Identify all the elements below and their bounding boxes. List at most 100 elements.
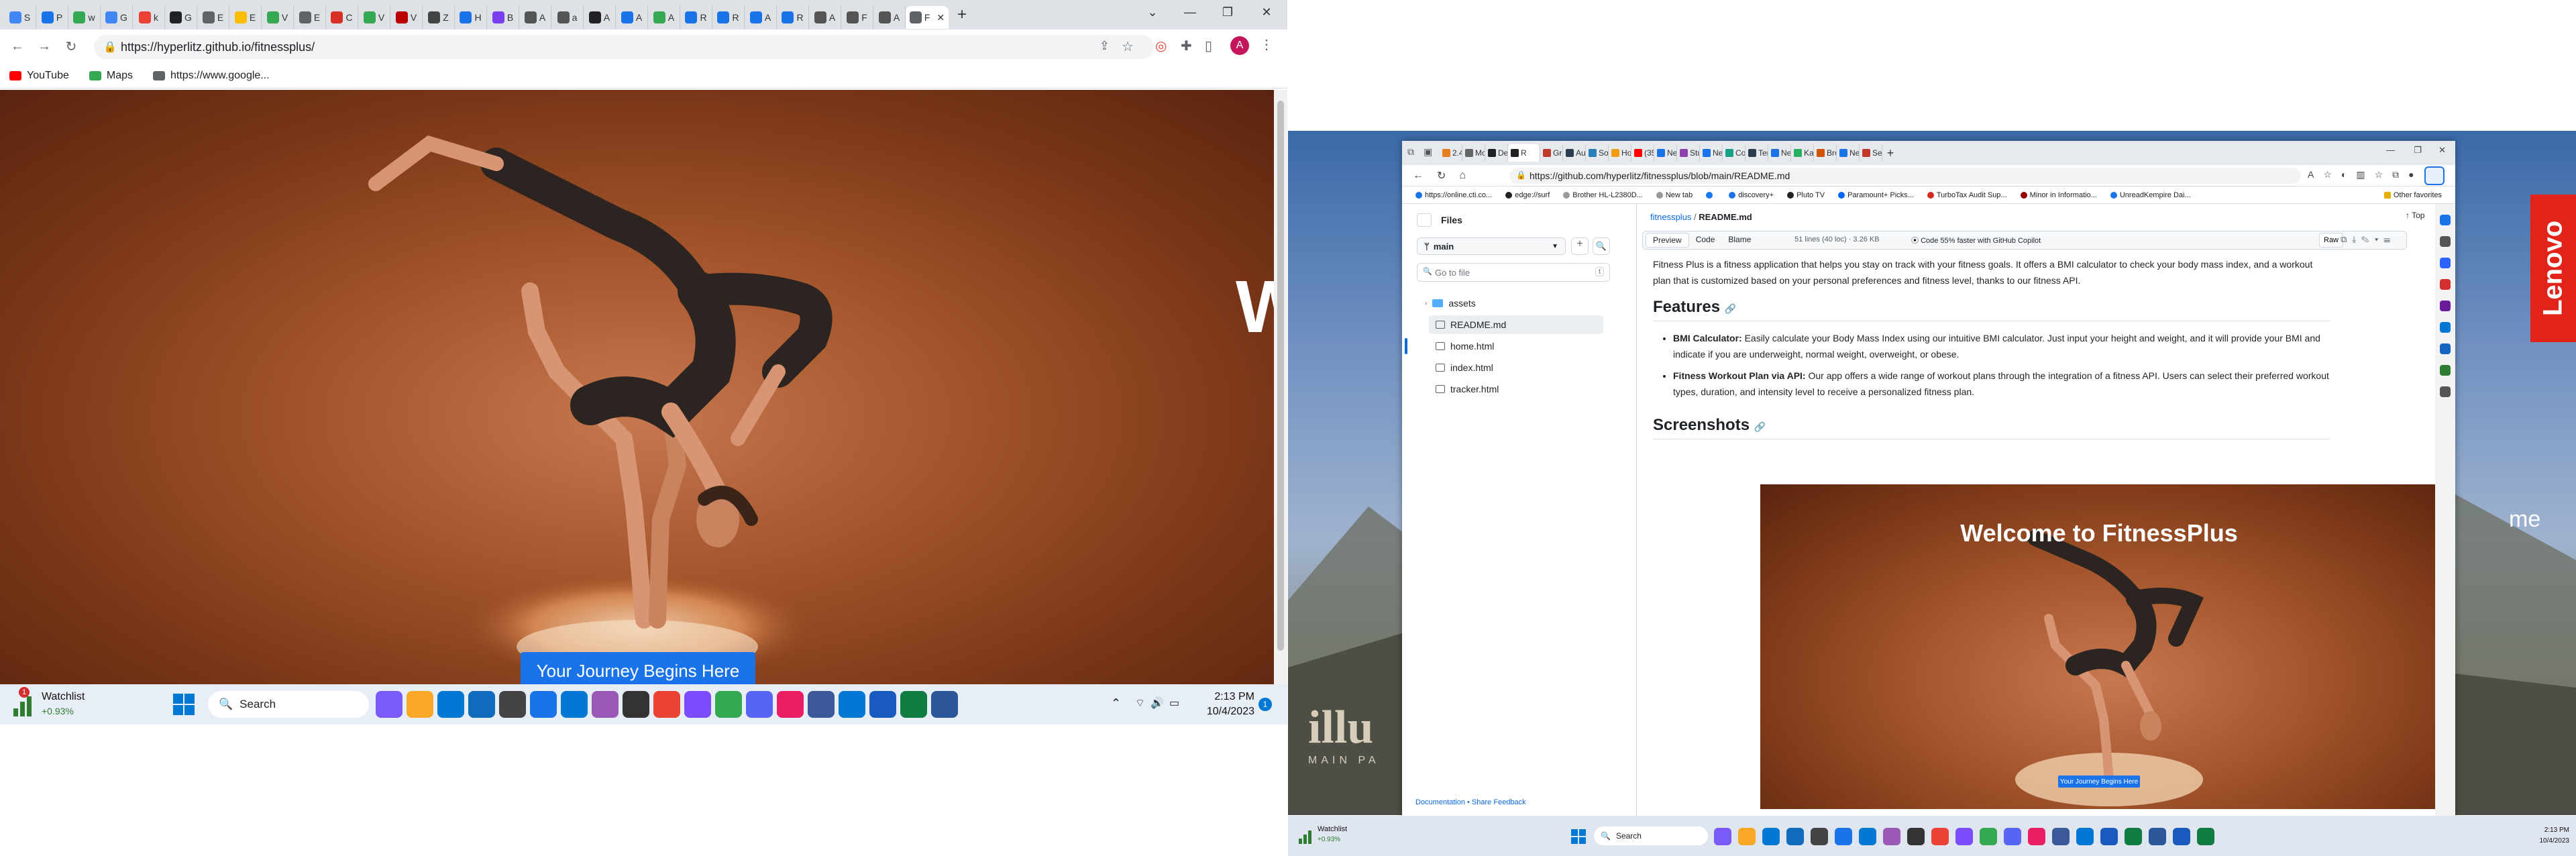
edge-tab[interactable]: How [1609, 144, 1631, 162]
edge-back-icon[interactable]: ← [1413, 170, 1424, 182]
add-file-button[interactable]: + [1571, 237, 1589, 255]
mail-icon[interactable] [2076, 828, 2094, 845]
browser-tab[interactable]: A [648, 6, 680, 29]
excel-icon[interactable] [900, 691, 927, 718]
browser-tab[interactable]: G [165, 6, 197, 29]
browser-tab[interactable]: A [616, 6, 648, 29]
file-row[interactable]: README.md [1429, 315, 1603, 334]
restore-button[interactable]: ❐ [1209, 0, 1246, 24]
browser-tab[interactable]: A [584, 6, 616, 29]
active-browser-tab[interactable]: F ✕ [906, 6, 949, 29]
zoom-icon[interactable] [2052, 828, 2070, 845]
edge-minimize-button[interactable]: — [2386, 145, 2395, 155]
edge-sidebar-app-icon[interactable] [2440, 301, 2451, 311]
edge-tab[interactable]: Sen [1860, 144, 1882, 162]
folder-row[interactable]: › assets [1425, 294, 1603, 313]
browser-tab[interactable]: A [745, 6, 777, 29]
app-icon[interactable] [1955, 828, 1973, 845]
browser-tab[interactable]: A [873, 6, 906, 29]
taskbar-search-box[interactable]: 🔍 Search [208, 691, 369, 718]
mail-icon[interactable] [839, 691, 865, 718]
discord-icon[interactable] [2004, 828, 2021, 845]
edge-toolbar-icons[interactable]: A☆◐▥☆⧉●⋯ [2308, 169, 2433, 180]
search-files-icon[interactable]: 🔍 [1593, 237, 1610, 255]
edge-tab[interactable]: 2.4.6 [1440, 144, 1462, 162]
edge-close-button[interactable]: ✕ [2438, 145, 2446, 156]
notes-icon[interactable] [931, 691, 958, 718]
file-row[interactable]: home.html [1429, 337, 1603, 356]
edge-sidebar-app-icon[interactable] [2440, 365, 2451, 376]
tab-close-icon[interactable]: ✕ [936, 12, 945, 23]
browser-tab[interactable]: Z [423, 6, 455, 29]
slack-icon[interactable] [2028, 828, 2045, 845]
bookmark-item[interactable]: https://www.google... [153, 70, 270, 82]
taskbar-search-box[interactable]: 🔍 Search [1594, 826, 1708, 845]
browser-tab[interactable]: V [262, 6, 294, 29]
raw-button[interactable]: Raw [2319, 233, 2344, 248]
menu-kebab-icon[interactable]: ⋮ [1260, 36, 1273, 53]
edge-tab[interactable]: Audi [1563, 144, 1586, 162]
browser-tab[interactable]: A [519, 6, 551, 29]
back-button[interactable]: ← [4, 33, 31, 60]
minimize-button[interactable]: — [1171, 0, 1209, 24]
tray-chevron-icon[interactable]: ⌃ [1111, 696, 1121, 710]
file-action-icons[interactable]: ⧉⤓✎▾☰ [2341, 234, 2396, 245]
edge-tab[interactable]: Stud [1677, 144, 1700, 162]
edge-tab[interactable]: Karn [1791, 144, 1814, 162]
extensions-puzzle-icon[interactable]: ✚ [1181, 38, 1192, 54]
favorite-item[interactable]: Minor in Informatio... [2020, 191, 2097, 199]
edge-new-tab-button[interactable]: + [1882, 146, 1898, 160]
anchor-link-icon[interactable]: 🔗 [1754, 421, 1766, 432]
windows-start-icon[interactable] [1571, 829, 1586, 844]
word-icon[interactable] [869, 691, 896, 718]
favorite-item[interactable]: UnreadKempire Dai... [2110, 191, 2191, 199]
browser-tab[interactable]: V [390, 6, 423, 29]
app-icon[interactable] [2197, 828, 2214, 845]
notification-badge[interactable]: 1 [1258, 698, 1272, 711]
share-icon[interactable]: ⇪ [1099, 39, 1110, 53]
app-icon[interactable] [684, 691, 711, 718]
terminal-icon[interactable] [1907, 828, 1925, 845]
view-tab-code[interactable]: Code [1689, 233, 1722, 248]
edge-sidebar-app-icon[interactable] [2440, 258, 2451, 268]
edge-sidebar-app-icon[interactable] [2440, 279, 2451, 290]
browser-tab[interactable]: E [294, 6, 326, 29]
edge-tab[interactable]: Sour [1586, 144, 1609, 162]
copilot-icon[interactable] [2424, 166, 2445, 185]
browser-tab[interactable]: V [358, 6, 390, 29]
other-favorites[interactable]: Other favorites [2383, 191, 2442, 199]
profile-avatar[interactable]: A [1230, 36, 1249, 55]
favorite-item[interactable]: edge://surf [1505, 191, 1550, 199]
clock-date[interactable]: 10/4/2023 [2522, 837, 2570, 845]
reload-button[interactable]: ↻ [58, 33, 85, 60]
edge-tab[interactable]: Moc [1462, 144, 1485, 162]
browser-tab[interactable]: F [841, 6, 873, 29]
favorites-icon[interactable]: ☆ [2375, 169, 2383, 180]
branch-selector[interactable]: ᛘ main ▼ [1417, 237, 1566, 255]
app-icon[interactable] [2173, 828, 2190, 845]
zoom-icon[interactable] [808, 691, 835, 718]
file-row[interactable]: tracker.html [1429, 380, 1603, 398]
drive-icon[interactable] [715, 691, 742, 718]
edge-tab[interactable]: New [1700, 144, 1723, 162]
edge-tab[interactable]: Brow [1814, 144, 1837, 162]
edge-tab[interactable]: New [1654, 144, 1677, 162]
terminal-icon[interactable] [623, 691, 649, 718]
vscode-icon[interactable] [561, 691, 588, 718]
clock-time[interactable]: 2:13 PM [1201, 691, 1254, 703]
excel-icon[interactable] [2125, 828, 2142, 845]
lens-icon[interactable] [499, 691, 526, 718]
word-icon[interactable] [2100, 828, 2118, 845]
edge-tab[interactable]: Depl [1485, 144, 1508, 162]
breadcrumb-repo[interactable]: fitnessplus [1650, 212, 1691, 222]
edge-sidebar-app-icon[interactable] [2440, 215, 2451, 225]
teams-icon[interactable] [1714, 828, 1731, 845]
browser-tab[interactable]: A [809, 6, 841, 29]
edge-icon[interactable] [1762, 828, 1780, 845]
favorite-item[interactable]: discovery+ [1729, 191, 1774, 199]
watchlist-icon[interactable] [1299, 828, 1315, 844]
bookmark-star-icon[interactable]: ☆ [1122, 38, 1134, 55]
browser-tab[interactable]: w [68, 6, 101, 29]
browser-tab[interactable]: a [551, 6, 584, 29]
favorite-item[interactable]: Brother HL-L2380D... [1563, 191, 1643, 199]
